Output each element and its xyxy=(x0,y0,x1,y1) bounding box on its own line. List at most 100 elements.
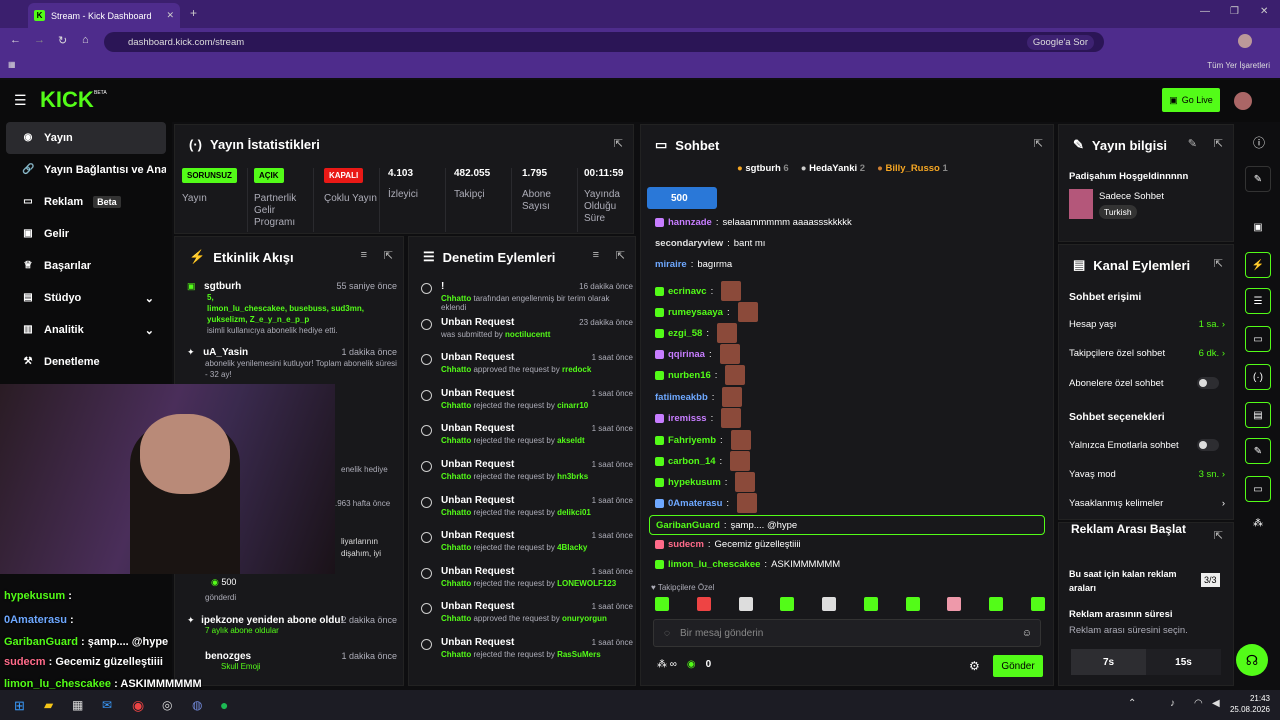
emote-icon[interactable] xyxy=(822,597,837,611)
ad-rail-icon[interactable]: ▭ xyxy=(1245,476,1271,502)
user-avatar[interactable] xyxy=(1234,92,1252,110)
chat-username[interactable]: sudecm xyxy=(668,539,704,550)
emote-icon[interactable] xyxy=(696,597,711,611)
filter-icon[interactable]: ≡ xyxy=(361,249,367,261)
moderation-item[interactable]: Unban Request 1 saat önce Chhatto rejected… xyxy=(409,388,635,410)
wifi-icon[interactable]: ◠ xyxy=(1194,698,1203,709)
settings-gear-icon[interactable]: ⚙ xyxy=(969,659,980,673)
chat-username[interactable]: iremisss xyxy=(668,413,707,424)
sidebar-item-analytics[interactable]: ▥ Analitik ⌄ xyxy=(6,314,166,346)
emote-icon[interactable] xyxy=(738,597,753,611)
sidebar-item-studio[interactable]: ▤ Stüdyo ⌄ xyxy=(6,282,166,314)
gifter[interactable]: ● HedaYanki 2 xyxy=(801,163,865,174)
chat-username[interactable]: rumeysaaya xyxy=(668,307,723,318)
filter-icon[interactable]: ≡ xyxy=(593,249,599,261)
hamburger-menu-icon[interactable]: ☰ xyxy=(14,92,27,109)
stream-rail-icon[interactable]: (·) xyxy=(1245,364,1271,390)
broadcast-rail-icon[interactable]: ▣ xyxy=(1245,214,1271,240)
tray-chevron-icon[interactable]: ⌃ xyxy=(1128,698,1136,709)
emote-icon[interactable] xyxy=(1030,597,1045,611)
mail-icon[interactable]: ✉ xyxy=(102,698,112,712)
moderation-item[interactable]: Unban Request 1 saat önce Chhatto rejected… xyxy=(409,530,635,552)
subs-only-toggle[interactable] xyxy=(1197,377,1219,389)
kick-logo[interactable]: KICK xyxy=(40,87,94,113)
chat-username[interactable]: hypekusum xyxy=(668,477,721,488)
chat-username[interactable]: limon_lu_chescakee xyxy=(668,559,760,570)
moderation-item[interactable]: Unban Request 1 saat önce Chhatto rejected… xyxy=(409,566,635,588)
back-icon[interactable]: ← xyxy=(10,34,21,46)
moderation-item[interactable]: ! 16 dakika önce Chhatto tarafından engell… xyxy=(409,281,635,312)
moderation-item[interactable]: Unban Request 1 saat önce Chhatto rejected… xyxy=(409,637,635,659)
sidebar-item-ads[interactable]: ▭ Reklam Beta xyxy=(6,186,166,218)
clock[interactable]: 21:43 25.08.2026 xyxy=(1224,693,1270,715)
gifter[interactable]: ● sgtburh 6 xyxy=(737,163,789,174)
emote-icon[interactable] xyxy=(780,597,795,611)
popout-icon[interactable]: ⇱ xyxy=(1214,257,1223,270)
list-rail-icon[interactable]: ☰ xyxy=(1245,288,1271,314)
chat-username[interactable]: qqirinaa xyxy=(668,349,705,360)
slow-mode-row[interactable]: Yavaş mod 3 sn. › xyxy=(1069,469,1225,480)
category-name[interactable]: Sadece Sohbet xyxy=(1099,191,1164,202)
forward-icon[interactable]: → xyxy=(34,34,45,46)
gifter[interactable]: ● Billy_Russo 1 xyxy=(877,163,948,174)
all-bookmarks[interactable]: Tüm Yer İşaretleri xyxy=(1207,61,1270,70)
moderation-item[interactable]: Unban Request 1 saat önce Chhatto rejected… xyxy=(409,423,635,445)
sidebar-item-achievements[interactable]: ♕ Başarılar xyxy=(6,250,166,282)
go-live-button[interactable]: ▣ Go Live xyxy=(1162,88,1220,112)
chat-username[interactable]: ecrinavc xyxy=(668,286,707,297)
mic-icon[interactable]: ♪ xyxy=(1170,698,1175,709)
channel-rail-icon[interactable]: ▤ xyxy=(1245,402,1271,428)
store-icon[interactable]: ▦ xyxy=(72,698,83,712)
apps-icon[interactable]: ▦ xyxy=(8,60,16,69)
duration-option-15s[interactable]: 15s xyxy=(1146,649,1221,675)
followers-only-row[interactable]: Takipçilere özel sohbet 6 dk. › xyxy=(1069,348,1225,359)
account-age-row[interactable]: Hesap yaşı 1 sa. › xyxy=(1069,319,1225,330)
chat-username[interactable]: nurben16 xyxy=(668,370,711,381)
browser-tab[interactable]: K Stream - Kick Dashboard ✕ xyxy=(28,3,180,28)
profile-avatar[interactable] xyxy=(1238,34,1252,48)
community-rail-icon[interactable]: ⁂ xyxy=(1253,518,1263,529)
home-icon[interactable]: ⌂ xyxy=(82,34,89,46)
file-explorer-icon[interactable]: ▰ xyxy=(44,698,53,712)
popout-icon[interactable]: ⇱ xyxy=(616,249,625,262)
emote-icon[interactable] xyxy=(989,597,1004,611)
emoji-icon[interactable]: ☺ xyxy=(1022,628,1032,639)
moderation-item[interactable]: Unban Request 23 dakika önce was submitte… xyxy=(409,317,635,339)
edit-rail-icon[interactable]: ✎ xyxy=(1245,166,1271,192)
chat-username[interactable]: ezgi_58 xyxy=(668,328,702,339)
chat-input[interactable]: ◌ Bir mesaj gönderin ☺ xyxy=(653,619,1041,647)
send-button[interactable]: Gönder xyxy=(993,655,1043,677)
sidebar-item-revenue[interactable]: ▣ Gelir xyxy=(6,218,166,250)
minimize-icon[interactable]: — xyxy=(1200,6,1210,17)
chat-username[interactable]: carbon_14 xyxy=(668,456,716,467)
help-button[interactable]: ☊ xyxy=(1236,644,1268,676)
chat-username[interactable]: miraire xyxy=(655,259,687,270)
popout-icon[interactable]: ⇱ xyxy=(1214,529,1223,542)
google-ask-button[interactable]: Google'a Sor xyxy=(1026,35,1094,50)
chat-username[interactable]: hannzade xyxy=(668,217,712,228)
url-input[interactable]: dashboard.kick.com/stream Google'a Sor xyxy=(104,32,1104,52)
chat-username[interactable]: 0Amaterasu xyxy=(668,498,722,509)
chrome-icon[interactable]: ◉ xyxy=(132,697,144,714)
emote-icon[interactable] xyxy=(655,597,669,611)
emote-icon[interactable] xyxy=(905,597,920,611)
emote-only-toggle[interactable] xyxy=(1197,439,1219,451)
emote-icon[interactable] xyxy=(863,597,878,611)
info-icon[interactable]: ⓘ xyxy=(1253,134,1265,151)
wrench-rail-icon[interactable]: ✎ xyxy=(1245,438,1271,464)
moderation-item[interactable]: Unban Request 1 saat önce Chhatto rejected… xyxy=(409,495,635,517)
emote-icon[interactable] xyxy=(947,597,962,611)
chat-username[interactable]: secondaryview xyxy=(655,238,723,249)
maximize-icon[interactable]: ❐ xyxy=(1230,6,1239,17)
chat-username[interactable]: Fahriyemb xyxy=(668,435,716,446)
volume-icon[interactable]: ◀ xyxy=(1212,698,1220,709)
moderation-item[interactable]: Unban Request 1 saat önce Chhatto rejected… xyxy=(409,459,635,481)
close-tab-icon[interactable]: ✕ xyxy=(166,10,174,21)
windows-start-icon[interactable]: ⊞ xyxy=(14,698,25,714)
edit-icon[interactable]: ✎ xyxy=(1188,137,1197,150)
popout-icon[interactable]: ⇱ xyxy=(614,137,623,150)
moderation-item[interactable]: Unban Request 1 saat önce Chhatto approved… xyxy=(409,601,635,623)
chat-username[interactable]: GaribanGuard xyxy=(656,520,720,531)
pinned-gift[interactable]: 500 xyxy=(647,187,717,209)
reload-icon[interactable]: ↻ xyxy=(58,34,67,47)
